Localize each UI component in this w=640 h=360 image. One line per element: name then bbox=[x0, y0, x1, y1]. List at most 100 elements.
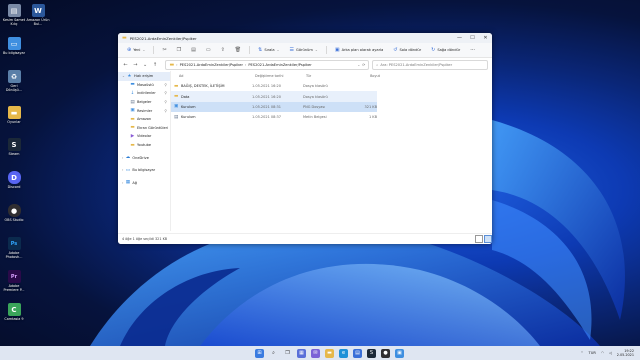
address-row: ← → ⌄ ↑ ▬ › PES2021-ArdaEminZenkiler/Psp… bbox=[118, 58, 492, 71]
column-headers: Ad Değiştirme tarihi Tür Boyut bbox=[171, 71, 492, 81]
sidebar-item-label: İndirilenler bbox=[137, 91, 156, 96]
network-icon: ▦ bbox=[125, 180, 131, 186]
sidebar-item-label: Bu bilgisayar bbox=[132, 168, 156, 173]
rename-button[interactable]: ▭ bbox=[201, 46, 216, 55]
sidebar-item-pictures[interactable]: ▣ Resimler ⚲ bbox=[118, 106, 170, 115]
document-icon: ▤ bbox=[130, 99, 135, 105]
taskbar-apps: ⊞ ⌕ ❐ ▦ ✉ ▬ e ▤ S ● ▣ bbox=[255, 348, 404, 358]
obs-icon[interactable]: ● bbox=[381, 348, 390, 358]
desktop-icon-recycle-bin[interactable]: ♻ Geri Dönüşü... bbox=[2, 70, 26, 92]
desktop-icon-obs[interactable]: ● OBS Studio bbox=[2, 204, 26, 222]
address-bar[interactable]: ▬ › PES2021-ArdaEminZenkiler/Pspiker › P… bbox=[165, 59, 370, 70]
search-box[interactable]: ⌕ Ara: PES2021-ArdaEminZenkiler/Pspiker bbox=[372, 59, 489, 70]
cut-button[interactable]: ✂ bbox=[157, 46, 171, 55]
share-button[interactable]: ⇪ bbox=[216, 46, 230, 55]
view-button[interactable]: ☰ Görünüm ⌄ bbox=[285, 46, 323, 55]
chevron-right-icon: › bbox=[122, 180, 124, 185]
column-header-date[interactable]: Değiştirme tarihi bbox=[255, 74, 306, 78]
desktop-icon-games[interactable]: ▬ Oyunlar bbox=[2, 106, 26, 124]
maximize-button[interactable]: ☐ bbox=[466, 33, 479, 43]
new-button[interactable]: ⊕ Yeni ⌄ bbox=[122, 46, 150, 55]
sidebar-item-screenshots[interactable]: ▬ Ekran Görüntüleri bbox=[118, 124, 170, 133]
desktop-icon-user-folder[interactable]: ▤ Kesim Samet Kılıç bbox=[2, 4, 26, 26]
file-explorer-icon[interactable]: ▬ bbox=[325, 348, 334, 358]
camtasia-icon: C bbox=[7, 303, 21, 316]
wifi-icon[interactable]: ◠ bbox=[601, 351, 604, 355]
star-icon: ★ bbox=[127, 73, 132, 79]
chat-icon[interactable]: ✉ bbox=[311, 348, 320, 358]
set-wallpaper-button[interactable]: ▣ Arka plan olarak ayarla bbox=[330, 46, 388, 55]
rename-icon: ▭ bbox=[205, 47, 211, 53]
sidebar-item-desktop[interactable]: ▬ Masaüstü ⚲ bbox=[118, 81, 170, 90]
folder-icon: ▤ bbox=[7, 4, 21, 17]
copy-icon: ❐ bbox=[176, 47, 182, 53]
search-icon[interactable]: ⌕ bbox=[269, 349, 278, 358]
file-row[interactable]: ▬ BAĞIŞ, DESTEK, İLETİŞİM 1.05.2021 16:2… bbox=[171, 81, 377, 91]
desktop-icon-discord[interactable]: D Discord bbox=[2, 171, 26, 189]
column-header-size[interactable]: Boyut bbox=[350, 74, 380, 78]
file-row[interactable]: ▣ Kurulum 1.05.2021 08:31 PNG Dosyası 32… bbox=[171, 101, 378, 113]
clock[interactable]: 19:22 2.05.2021 bbox=[617, 349, 634, 358]
refresh-icon[interactable]: ⟳ bbox=[362, 63, 365, 67]
tiles-view-icon[interactable] bbox=[484, 235, 492, 243]
sidebar-item-label: Masaüstü bbox=[137, 82, 154, 87]
delete-button[interactable]: 🗑 bbox=[230, 46, 246, 55]
file-row[interactable]: ▤ Kurulum 1.05.2021 08:37 Metin Belgesi … bbox=[171, 112, 377, 122]
sidebar-item-videos[interactable]: ▶ Videolar bbox=[118, 132, 170, 141]
copy-button[interactable]: ❐ bbox=[172, 46, 186, 55]
file-date: 1.05.2021 08:31 bbox=[252, 104, 282, 109]
file-name: Kurulum bbox=[181, 115, 196, 120]
sidebar-item-onedrive[interactable]: › ☁ OneDrive bbox=[118, 153, 170, 162]
desktop-icon-steam[interactable]: S Steam bbox=[2, 138, 26, 156]
sidebar-item-quick-access[interactable]: ⌄ ★ Hızlı erişim bbox=[118, 72, 170, 81]
column-header-name[interactable]: Ad bbox=[179, 74, 255, 78]
minimize-button[interactable]: — bbox=[453, 33, 466, 43]
photos-icon[interactable]: ▣ bbox=[395, 348, 404, 358]
start-icon[interactable]: ⊞ bbox=[255, 348, 264, 358]
desktop-icon-photoshop[interactable]: Ps Adobe Photosh... bbox=[2, 237, 26, 259]
file-size: 321 KB bbox=[364, 104, 378, 109]
file-row[interactable]: ▬ Data 1.05.2021 16:20 Dosya klasörü bbox=[171, 91, 377, 102]
pin-icon: ⚲ bbox=[164, 82, 167, 87]
desktop-icon-word-doc[interactable]: W Amazon Ürün Bul... bbox=[26, 4, 50, 26]
sort-button[interactable]: ⇅ Sırala ⌄ bbox=[253, 46, 284, 55]
close-button[interactable]: ✕ bbox=[479, 33, 492, 43]
details-view-icon[interactable] bbox=[475, 235, 483, 243]
breadcrumb-item[interactable]: PES2021-ArdaEminZenkiler/Pspiker bbox=[180, 63, 243, 67]
recent-chevron-icon[interactable]: ⌄ bbox=[142, 62, 149, 68]
sidebar-item-downloads[interactable]: ↓ İndirilenler ⚲ bbox=[118, 89, 170, 98]
sidebar-item-amazon[interactable]: ▬ Amazon bbox=[118, 115, 170, 124]
sidebar-item-youtube[interactable]: ▬ Youtube bbox=[118, 141, 170, 150]
chevron-up-icon[interactable]: ⌃ bbox=[580, 351, 583, 355]
desktop-icon-label: Oyunlar bbox=[7, 120, 21, 124]
desktop-icon-camtasia[interactable]: C Camtasia 9 bbox=[2, 303, 26, 321]
set-wallpaper-label: Arka plan olarak ayarla bbox=[341, 48, 384, 52]
file-type: Dosya klasörü bbox=[303, 84, 328, 89]
store-icon[interactable]: ▤ bbox=[353, 348, 362, 358]
rotate-left-button[interactable]: ↺ Sola döndür bbox=[388, 46, 426, 55]
up-arrow-icon[interactable]: ↑ bbox=[152, 62, 159, 68]
file-explorer-window: ▬ PES2021-ArdaEminZenkiler/Pspiker — ☐ ✕… bbox=[118, 33, 492, 244]
column-header-type[interactable]: Tür bbox=[306, 74, 350, 78]
sidebar-item-this-pc[interactable]: › ▭ Bu bilgisayar bbox=[118, 166, 170, 175]
sidebar-item-documents[interactable]: ▤ Belgeler ⚲ bbox=[118, 98, 170, 107]
sidebar-item-network[interactable]: › ▦ Ağ bbox=[118, 179, 170, 188]
desktop-icon-label: Amazon Ürün Bul... bbox=[26, 18, 50, 26]
paste-button[interactable]: ▤ bbox=[186, 46, 201, 55]
language-indicator[interactable]: TUR bbox=[589, 351, 596, 355]
edge-icon[interactable]: e bbox=[339, 348, 348, 358]
task-view-icon[interactable]: ❐ bbox=[283, 349, 292, 358]
desktop-icon-label: Discord bbox=[7, 185, 21, 189]
volume-icon[interactable]: ◁ bbox=[609, 351, 612, 355]
more-options-button[interactable]: ··· bbox=[465, 46, 480, 55]
desktop-icon-this-pc[interactable]: ▭ Bu bilgisayar bbox=[2, 37, 26, 55]
chevron-down-icon[interactable]: ⌄ bbox=[357, 63, 360, 67]
breadcrumb-item[interactable]: PES2021-ArdaEminZenkiler/Pspiker bbox=[248, 63, 311, 67]
title-bar[interactable]: ▬ PES2021-ArdaEminZenkiler/Pspiker — ☐ ✕ bbox=[118, 33, 492, 43]
forward-arrow-icon[interactable]: → bbox=[132, 62, 139, 68]
steam-icon[interactable]: S bbox=[367, 348, 376, 358]
desktop-icon-premiere[interactable]: Pr Adobe Premiere P... bbox=[2, 270, 26, 292]
widgets-icon[interactable]: ▦ bbox=[297, 348, 306, 358]
rotate-right-button[interactable]: ↻ Sağa döndür bbox=[426, 46, 465, 55]
back-arrow-icon[interactable]: ← bbox=[122, 62, 129, 68]
